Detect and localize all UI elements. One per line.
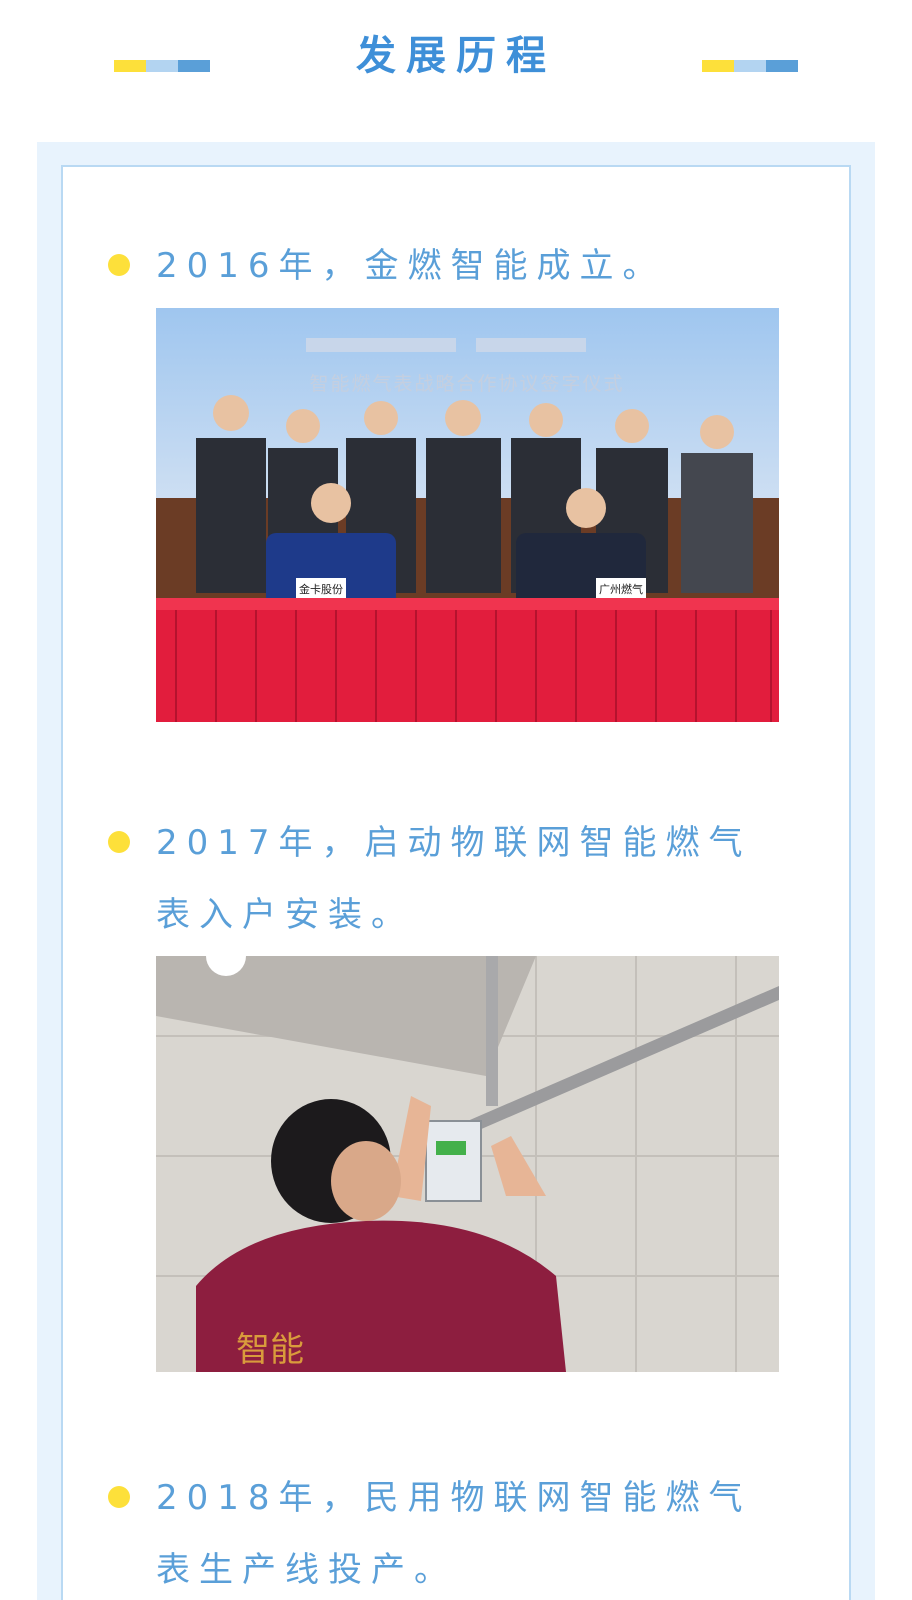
timeline-text: 2017年，启动物联网智能燃气表入户安装。 — [156, 823, 752, 935]
meter-installation-photo: 智能 — [156, 956, 779, 1372]
left-placard-text: 金卡股份 — [299, 582, 343, 596]
section-header: 发展历程 — [0, 0, 912, 120]
timeline-text: 2016年，金燃智能成立。 — [156, 246, 666, 286]
timeline-dot — [108, 254, 130, 276]
title-decoration-right — [702, 60, 798, 72]
timeline-text: 2018年，民用物联网智能燃气表生产线投产。 — [156, 1478, 752, 1590]
signing-ceremony-photo: 智能燃气表战略合作协议签字仪式 金卡股份 广州燃气 — [156, 308, 779, 722]
timeline-dot — [108, 831, 130, 853]
shirt-text: 智能 — [236, 1330, 304, 1370]
timeline-dot — [108, 1486, 130, 1508]
banner-text: 智能燃气表战略合作协议签字仪式 — [309, 373, 624, 395]
right-placard-text: 广州燃气 — [599, 582, 643, 596]
section-title: 发展历程 — [356, 33, 556, 79]
